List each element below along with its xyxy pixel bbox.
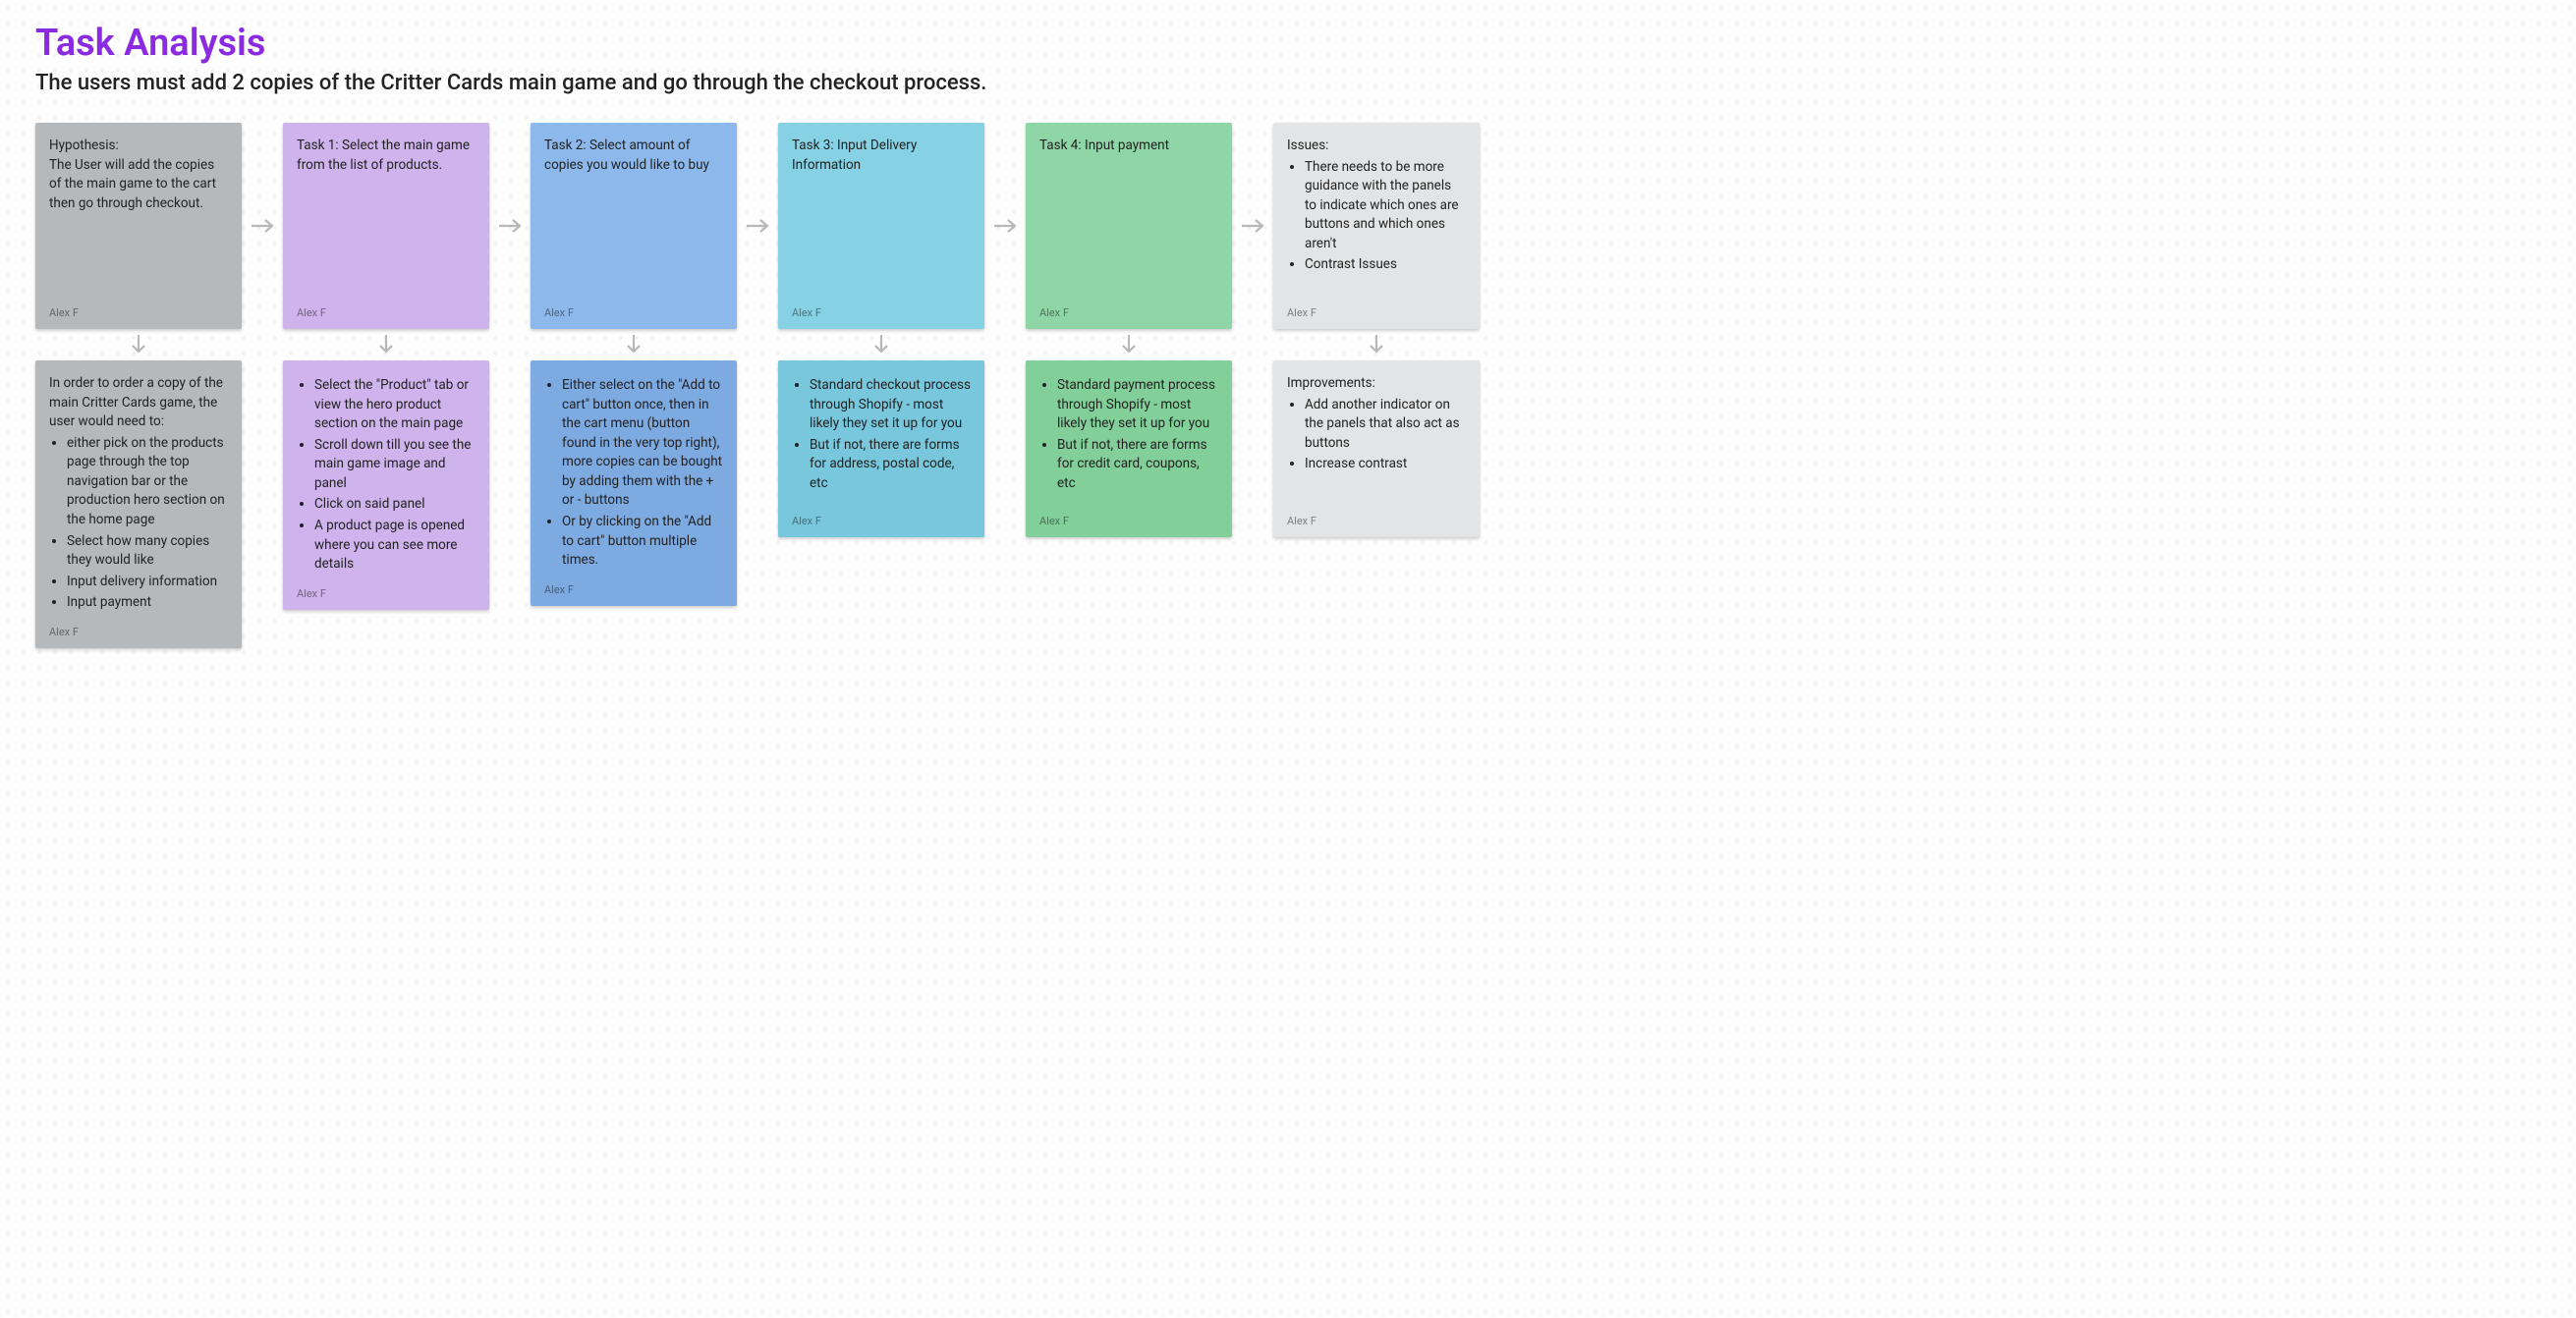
page-subtitle: The users must add 2 copies of the Critt…: [35, 71, 2541, 95]
list-item: Input payment: [67, 593, 228, 613]
arrow-down: [778, 331, 984, 358]
card-task2[interactable]: Task 2: Select amount of copies you woul…: [531, 123, 737, 329]
list-item: Add another indicator on the panels that…: [1305, 396, 1466, 454]
arrow-down: [1026, 331, 1232, 358]
list-item: Contrast Issues: [1305, 255, 1466, 275]
card-author: Alex F: [49, 625, 228, 640]
arrow-down-icon: [129, 333, 148, 357]
list-item: Select the "Product" tab or view the her…: [314, 376, 476, 434]
arrow-right-icon: [743, 216, 772, 236]
arrow-down-icon: [871, 333, 891, 357]
card-author: Alex F: [792, 305, 971, 321]
diagram-canvas[interactable]: Task Analysis The users must add 2 copie…: [0, 0, 2576, 687]
card-task2-detail[interactable]: Either select on the "Add to cart" butto…: [531, 360, 737, 606]
list-item: But if not, there are forms for address,…: [810, 436, 971, 494]
card-bullets: Either select on the "Add to cart" butto…: [544, 376, 723, 571]
card-text: Task 3: Input Delivery Information: [792, 137, 971, 175]
list-item: Click on said panel: [314, 495, 476, 515]
card-lead: Improvements:: [1287, 374, 1466, 394]
page-title: Task Analysis: [35, 22, 2541, 65]
column-hypothesis: Hypothesis: The User will add the copies…: [35, 123, 242, 648]
card-author: Alex F: [792, 514, 971, 529]
arrow-down-icon: [1119, 333, 1139, 357]
column-task2: Task 2: Select amount of copies you woul…: [531, 123, 737, 648]
arrow-right-icon: [248, 216, 277, 236]
list-item: Either select on the "Add to cart" butto…: [562, 376, 723, 511]
card-task1-detail[interactable]: Select the "Product" tab or view the her…: [283, 360, 489, 610]
list-item: either pick on the products page through…: [67, 434, 228, 530]
card-text: Hypothesis: The User will add the copies…: [49, 137, 228, 213]
card-task3-detail[interactable]: Standard checkout process through Shopif…: [778, 360, 984, 537]
card-bullets: either pick on the products page through…: [49, 434, 228, 613]
arrow-right: [737, 123, 778, 329]
card-lead: Issues:: [1287, 137, 1466, 156]
card-author: Alex F: [1287, 514, 1466, 529]
arrow-right: [1232, 123, 1273, 329]
arrow-down-icon: [1367, 333, 1386, 357]
arrow-right-icon: [990, 216, 1020, 236]
arrow-right-icon: [495, 216, 525, 236]
list-item: There needs to be more guidance with the…: [1305, 158, 1466, 254]
card-author: Alex F: [544, 582, 723, 598]
arrow-down: [531, 331, 737, 358]
card-text: Task 4: Input payment: [1039, 137, 1218, 156]
card-bullets: Standard payment process through Shopify…: [1039, 376, 1218, 493]
arrow-right: [489, 123, 531, 329]
card-task1[interactable]: Task 1: Select the main game from the li…: [283, 123, 489, 329]
list-item: But if not, there are forms for credit c…: [1057, 436, 1218, 494]
card-hypothesis-detail[interactable]: In order to order a copy of the main Cri…: [35, 360, 242, 648]
card-author: Alex F: [1287, 305, 1466, 321]
card-bullets: Standard checkout process through Shopif…: [792, 376, 971, 493]
list-item: Or by clicking on the "Add to cart" butt…: [562, 513, 723, 571]
arrow-down-icon: [376, 333, 396, 357]
arrow-right: [984, 123, 1026, 329]
card-text: Task 1: Select the main game from the li…: [297, 137, 476, 175]
card-task4[interactable]: Task 4: Input payment Alex F: [1026, 123, 1232, 329]
arrow-down-icon: [624, 333, 644, 357]
card-author: Alex F: [544, 305, 723, 321]
arrow-down: [283, 331, 489, 358]
card-bullets: Add another indicator on the panels that…: [1287, 396, 1466, 474]
column-task3: Task 3: Input Delivery Information Alex …: [778, 123, 984, 648]
list-item: Select how many copies they would like: [67, 532, 228, 571]
list-item: Input delivery information: [67, 573, 228, 592]
arrow-right-icon: [1238, 216, 1267, 236]
card-author: Alex F: [297, 586, 476, 602]
list-item: Scroll down till you see the main game i…: [314, 436, 476, 494]
list-item: Standard payment process through Shopify…: [1057, 376, 1218, 434]
list-item: Increase contrast: [1305, 455, 1466, 474]
card-text: Task 2: Select amount of copies you woul…: [544, 137, 723, 175]
card-hypothesis[interactable]: Hypothesis: The User will add the copies…: [35, 123, 242, 329]
list-item: A product page is opened where you can s…: [314, 517, 476, 575]
card-task3[interactable]: Task 3: Input Delivery Information Alex …: [778, 123, 984, 329]
card-bullets: There needs to be more guidance with the…: [1287, 158, 1466, 275]
flow-row: Hypothesis: The User will add the copies…: [35, 123, 2541, 648]
card-author: Alex F: [49, 305, 228, 321]
column-task1: Task 1: Select the main game from the li…: [283, 123, 489, 648]
card-author: Alex F: [297, 305, 476, 321]
column-task4: Task 4: Input payment Alex F Standard pa…: [1026, 123, 1232, 648]
card-lead: In order to order a copy of the main Cri…: [49, 374, 228, 432]
card-issues[interactable]: Issues: There needs to be more guidance …: [1273, 123, 1480, 329]
arrow-down: [1273, 331, 1480, 358]
card-improvements[interactable]: Improvements: Add another indicator on t…: [1273, 360, 1480, 537]
card-task4-detail[interactable]: Standard payment process through Shopify…: [1026, 360, 1232, 537]
column-issues: Issues: There needs to be more guidance …: [1273, 123, 1480, 648]
card-author: Alex F: [1039, 514, 1218, 529]
arrow-right: [242, 123, 283, 329]
arrow-down: [35, 331, 242, 358]
list-item: Standard checkout process through Shopif…: [810, 376, 971, 434]
card-author: Alex F: [1039, 305, 1218, 321]
card-bullets: Select the "Product" tab or view the her…: [297, 376, 476, 575]
